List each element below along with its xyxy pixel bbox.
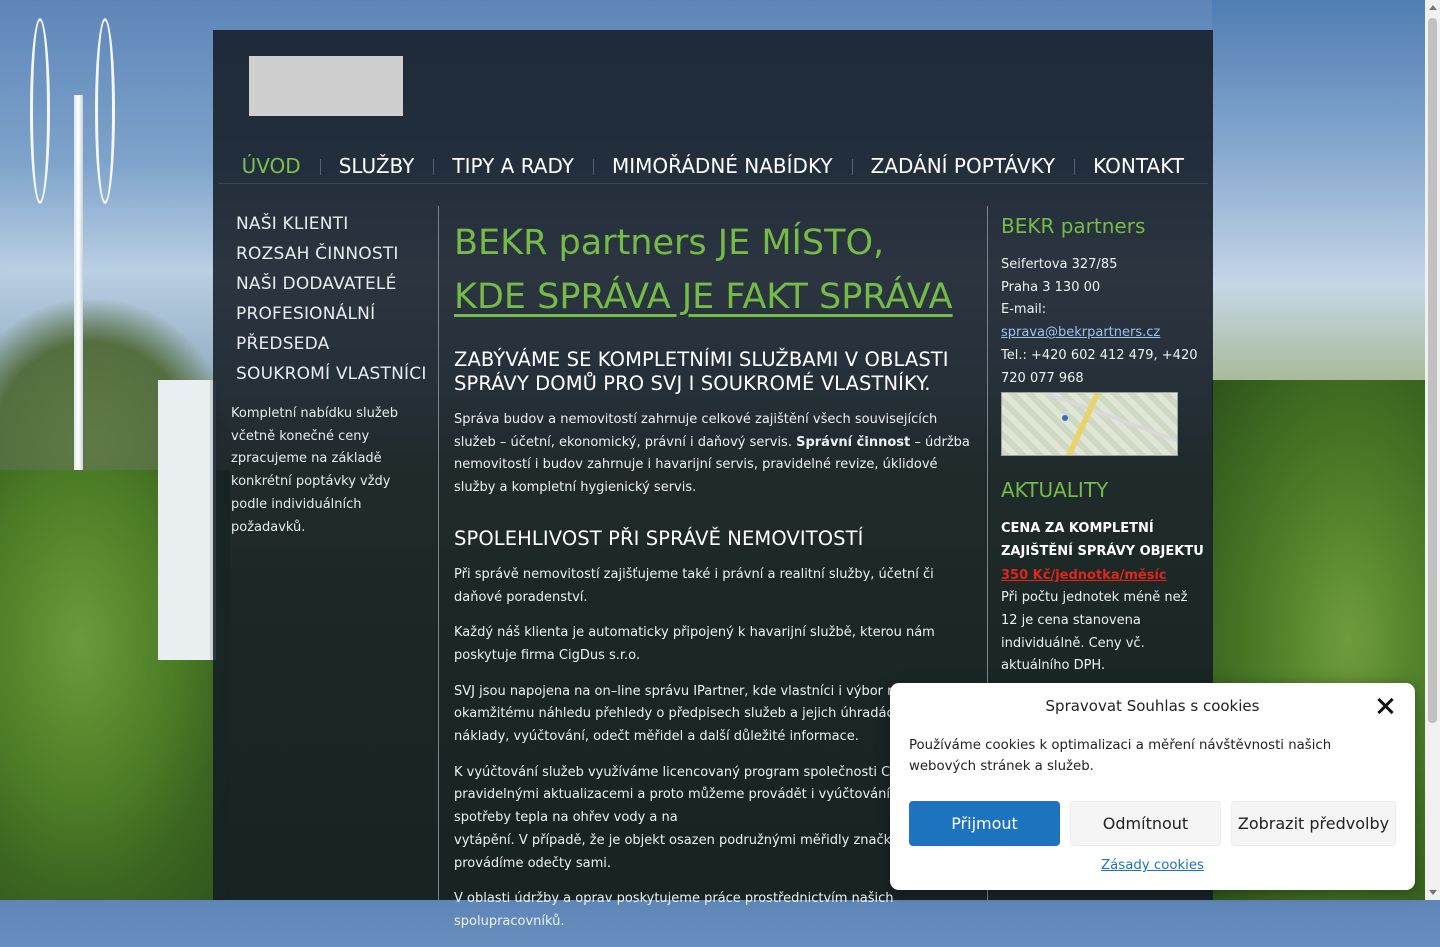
location-map[interactable] — [1001, 392, 1178, 457]
deny-cookies-button[interactable]: Odmítnout — [1070, 801, 1221, 846]
cookie-policy: Zásady cookies — [890, 858, 1415, 873]
nav-item-kontakt[interactable]: KONTAKT — [1074, 152, 1203, 180]
scroll-up-icon[interactable] — [1429, 5, 1437, 10]
contact-street: Seifertova 327/85 — [1001, 257, 1118, 272]
contact-city: Praha 3 130 00 — [1001, 279, 1101, 295]
main-nav: ÚVOD SLUŽBY TIPY A RADY MIMOŘÁDNÉ NABÍDK… — [218, 148, 1208, 184]
turbine-blade-left — [30, 18, 50, 204]
turbine-blade-right — [95, 18, 115, 204]
sidebar-item-nasi-klienti[interactable]: NAŠI KLIENTI — [236, 209, 438, 239]
sidebar-menu: NAŠI KLIENTI ROZSAH ČINNOSTI NAŠI DODAVA… — [213, 205, 438, 389]
news-item-title: CENA ZA KOMPLETNÍ ZAJIŠTĚNÍ SPRÁVY OBJEK… — [1001, 521, 1204, 559]
news-item-price-link[interactable]: 350 Kč/jednotka/měsíc — [1001, 568, 1167, 583]
section-heading-reliability: SPOLEHLIVOST PŘI SPRÁVĚ NEMOVITOSTÍ — [454, 526, 864, 550]
section-heading-services: ZABÝVÁME SE KOMPLETNÍMI SLUŽBAMI V OBLAS… — [454, 348, 949, 395]
news-section: AKTUALITY CENA ZA KOMPLETNÍ ZAJIŠTĚNÍ SP… — [1001, 476, 1206, 678]
headline-line-2[interactable]: KDE SPRÁVA JE FAKT SPRÁVA — [454, 277, 953, 317]
cookie-dialog-message: Používáme cookies k optimalizaci a měřen… — [909, 738, 1332, 774]
contact-info: Seifertova 327/85 Praha 3 130 00 E-mail:… — [1001, 254, 1206, 390]
sidebar-item-nasi-dodavatele[interactable]: NAŠI DODAVATELÉ — [236, 269, 438, 299]
background-sky — [1212, 0, 1440, 380]
background-house — [158, 380, 216, 660]
contact-email-label: E-mail: — [1001, 302, 1047, 318]
nav-item-uvod[interactable]: ÚVOD — [223, 152, 320, 180]
paragraph-emergency: Každý náš klienta je automaticky připoje… — [454, 625, 935, 663]
paragraph-maintenance: V oblasti údržby a oprav poskytujeme prá… — [454, 891, 894, 929]
page-headline: BEKR partners JE MÍSTO, KDE SPRÁVA JE FA… — [454, 216, 972, 324]
contact-email-row: E-mail: sprava@bekrpartners.cz — [1001, 299, 1206, 344]
sidebar-item-soukromi-vlastnici[interactable]: SOUKROMÍ VLASTNÍCI — [236, 359, 438, 389]
nav-item-mimoradne-nabidky[interactable]: MIMOŘÁDNÉ NABÍDKY — [593, 152, 852, 180]
nav-item-sluzby[interactable]: SLUŽBY — [319, 152, 434, 180]
headline-line-1: BEKR partners JE MÍSTO, — [454, 223, 885, 263]
news-heading: AKTUALITY — [1001, 478, 1109, 503]
paragraph-legal: Při správě nemovitostí zajišťujeme také … — [454, 566, 934, 605]
contact-phone: Tel.: +420 602 412 479, +420 720 077 968 — [1001, 347, 1198, 386]
page-scrollbar[interactable] — [1425, 0, 1440, 900]
contact-email-link[interactable]: sprava@bekrpartners.cz — [1001, 325, 1160, 340]
news-item-text: Při počtu jednotek méně než 12 je cena s… — [1001, 590, 1188, 674]
site-logo[interactable] — [249, 56, 403, 116]
close-icon[interactable] — [1374, 695, 1396, 717]
paragraph-billing-b: vytápění. V případě, že je objekt osazen… — [454, 832, 951, 871]
scrollbar-thumb[interactable] — [1428, 18, 1437, 723]
view-preferences-button[interactable]: Zobrazit předvolby — [1231, 801, 1396, 846]
sidebar-item-profesionalni[interactable]: PROFESIONÁLNÍ — [236, 299, 438, 329]
map-marker-icon — [1062, 415, 1068, 422]
paragraph-intro-bold: Správní činnost — [796, 434, 911, 450]
column-divider — [438, 206, 439, 900]
nav-item-zadani-poptavky[interactable]: ZADÁNÍ POPTÁVKY — [851, 152, 1075, 180]
cookie-consent-dialog: Spravovat Souhlas s cookies Používáme co… — [890, 683, 1415, 890]
paragraph-intro: Správa budov a nemovitostí zahrnuje celk… — [454, 409, 972, 500]
sidebar: NAŠI KLIENTI ROZSAH ČINNOSTI NAŠI DODAVA… — [213, 205, 438, 539]
contact-title: BEKR partners — [1001, 214, 1146, 238]
accept-cookies-button[interactable]: Přijmout — [909, 801, 1060, 846]
right-sidebar: BEKR partners Seifertova 327/85 Praha 3 … — [1001, 212, 1206, 678]
sidebar-item-predseda[interactable]: PŘEDSEDA — [236, 329, 438, 359]
sidebar-item-rozsah-cinnosti[interactable]: ROZSAH ČINNOSTI — [236, 239, 438, 269]
nav-item-tipy-a-rady[interactable]: TIPY A RADY — [433, 152, 593, 180]
cookie-dialog-title: Spravovat Souhlas s cookies — [1045, 697, 1260, 715]
scroll-down-icon[interactable] — [1429, 890, 1437, 895]
sidebar-note: Kompletní nabídku služeb včetně konečné … — [231, 406, 398, 535]
cookie-policy-link[interactable]: Zásady cookies — [1101, 858, 1204, 873]
